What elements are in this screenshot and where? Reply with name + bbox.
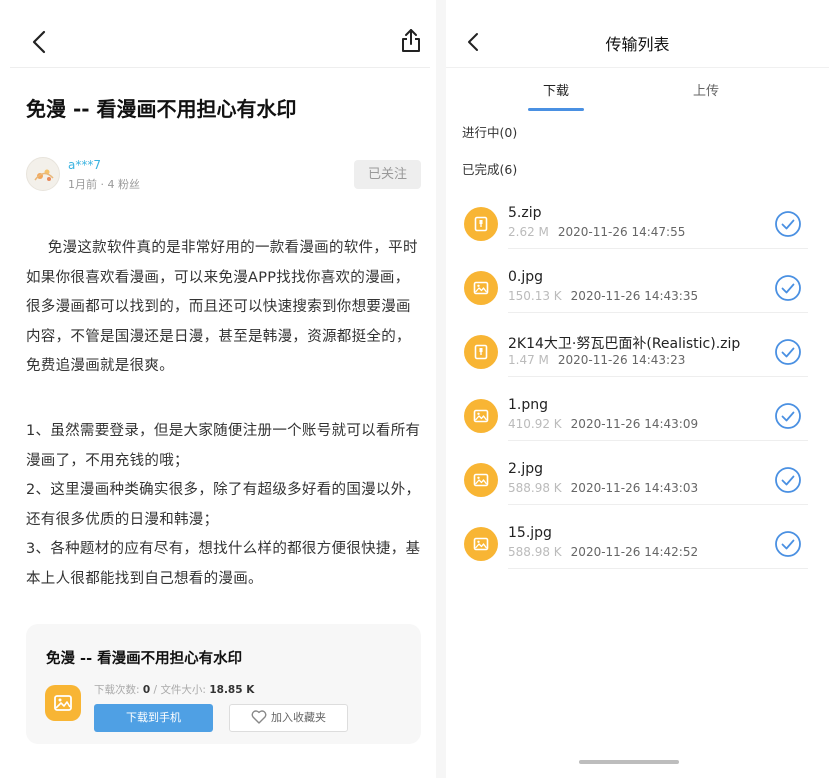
article-title: 免漫 -- 看漫画不用担心有水印 xyxy=(26,97,297,121)
page-title: 传输列表 xyxy=(605,35,670,54)
image-file-icon xyxy=(464,399,498,433)
add-favorite-label: 加入收藏夹 xyxy=(271,711,326,724)
file-meta: 588.98 K 2020-11-26 14:42:52 xyxy=(508,545,698,559)
file-row[interactable]: 2.jpg 588.98 K 2020-11-26 14:43:03 xyxy=(446,459,829,523)
downloads-label: 下载次数: xyxy=(94,684,140,696)
app-file-icon xyxy=(45,685,81,721)
file-meta: 410.92 K 2020-11-26 14:43:09 xyxy=(508,417,698,431)
file-datetime: 2020-11-26 14:43:03 xyxy=(570,481,699,495)
tab-download[interactable]: 下载 xyxy=(526,80,586,99)
check-circle-icon[interactable] xyxy=(774,530,802,558)
article-list-item: 3、各种题材的应有尽有，想找什么样的都很方便很快捷，基本上人很都能找到自己想看的… xyxy=(26,541,421,587)
file-row[interactable]: 2K14大卫·努瓦巴面补(Realistic).zip 1.47 M 2020-11… xyxy=(446,331,829,395)
file-name: 2.jpg xyxy=(508,461,544,477)
article-list-item: 1、虽然需要登录，但是大家随便注册一个账号就可以看所有漫画了，不用充钱的哦； xyxy=(26,423,421,469)
add-favorite-button[interactable]: 加入收藏夹 xyxy=(229,704,348,732)
article-list: 1、虽然需要登录，但是大家随便注册一个账号就可以看所有漫画了，不用充钱的哦； 2… xyxy=(26,417,421,594)
file-size: 588.98 K xyxy=(508,545,562,559)
file-size: 1.47 M xyxy=(508,353,549,367)
check-circle-icon[interactable] xyxy=(774,402,802,430)
download-to-phone-button[interactable]: 下载到手机 xyxy=(94,704,213,732)
file-name: 1.png xyxy=(508,397,549,413)
file-meta: 588.98 K 2020-11-26 14:43:03 xyxy=(508,481,698,495)
size-value: 18.85 K xyxy=(209,684,255,696)
file-size: 2.62 M xyxy=(508,225,549,239)
file-row[interactable]: 5.zip 2.62 M 2020-11-26 14:47:55 xyxy=(446,203,829,267)
in-progress-header[interactable]: 进行中(0) xyxy=(462,122,517,141)
file-name: 5.zip xyxy=(508,205,542,221)
file-name: 2K14大卫·努瓦巴面补(Realistic).zip xyxy=(508,336,741,352)
zip-file-icon xyxy=(464,335,498,369)
file-meta: 1.47 M 2020-11-26 14:43:23 xyxy=(508,353,685,367)
tab-upload[interactable]: 上传 xyxy=(676,80,736,99)
follow-button[interactable]: 已关注 xyxy=(354,160,421,189)
header-divider xyxy=(10,67,430,68)
downloads-value: 0 xyxy=(142,684,151,696)
zip-file-icon xyxy=(464,207,498,241)
back-icon[interactable] xyxy=(28,28,52,56)
heart-icon xyxy=(251,710,267,724)
avatar[interactable] xyxy=(26,157,60,191)
download-card: 免漫 -- 看漫画不用担心有水印 下载次数: 0 / 文件大小: 18.85 K… xyxy=(26,624,421,744)
file-datetime: 2020-11-26 14:42:52 xyxy=(570,545,699,559)
file-row[interactable]: 1.png 410.92 K 2020-11-26 14:43:09 xyxy=(446,395,829,459)
image-file-icon xyxy=(464,463,498,497)
check-circle-icon[interactable] xyxy=(774,274,802,302)
article-panel: 免漫 -- 看漫画不用担心有水印 a***7 1月前 · 4 粉丝 已关注 免漫… xyxy=(0,0,436,778)
file-size: 150.13 K xyxy=(508,289,562,303)
check-circle-icon[interactable] xyxy=(774,210,802,238)
card-title: 免漫 -- 看漫画不用担心有水印 xyxy=(46,651,243,667)
share-icon[interactable] xyxy=(399,28,423,54)
file-datetime: 2020-11-26 14:43:09 xyxy=(570,417,699,431)
row-divider xyxy=(508,440,808,441)
header-divider xyxy=(446,67,829,68)
check-circle-icon[interactable] xyxy=(774,466,802,494)
row-divider xyxy=(508,248,808,249)
file-name: 0.jpg xyxy=(508,269,544,285)
file-size: 588.98 K xyxy=(508,481,562,495)
file-datetime: 2020-11-26 14:43:35 xyxy=(570,289,699,303)
article-paragraph: 免漫这款软件真的是非常好用的一款看漫画的软件，平时如果你很喜欢看漫画，可以来免漫… xyxy=(26,240,418,374)
active-tab-indicator xyxy=(528,108,584,111)
file-name: 15.jpg xyxy=(508,525,552,541)
row-divider xyxy=(508,568,808,569)
file-row[interactable]: 15.jpg 588.98 K 2020-11-26 14:42:52 xyxy=(446,523,829,587)
check-circle-icon[interactable] xyxy=(774,338,802,366)
row-divider xyxy=(508,312,808,313)
image-file-icon xyxy=(464,271,498,305)
size-label: 文件大小: xyxy=(160,684,206,696)
file-meta: 150.13 K 2020-11-26 14:43:35 xyxy=(508,289,698,303)
transfer-list-panel: 传输列表 下载 上传 进行中(0) 已完成(6) 5.zip 2.62 M 2020… xyxy=(446,0,829,778)
row-divider xyxy=(508,376,808,377)
panel-gutter xyxy=(436,0,446,778)
file-datetime: 2020-11-26 14:43:23 xyxy=(557,353,686,367)
file-row[interactable]: 0.jpg 150.13 K 2020-11-26 14:43:35 xyxy=(446,267,829,331)
image-file-icon xyxy=(464,527,498,561)
article-list-item: 2、这里漫画种类确实很多，除了有超级多好看的国漫以外，还有很多优质的日漫和韩漫； xyxy=(26,482,421,528)
author-name[interactable]: a***7 xyxy=(68,158,101,172)
row-divider xyxy=(508,504,808,505)
home-indicator xyxy=(579,760,679,764)
file-datetime: 2020-11-26 14:47:55 xyxy=(557,225,686,239)
file-size: 410.92 K xyxy=(508,417,562,431)
author-meta: 1月前 · 4 粉丝 xyxy=(68,178,140,191)
card-meta: 下载次数: 0 / 文件大小: 18.85 K xyxy=(94,682,254,697)
file-meta: 2.62 M 2020-11-26 14:47:55 xyxy=(508,225,685,239)
meta-separator: / xyxy=(153,684,158,696)
completed-header[interactable]: 已完成(6) xyxy=(462,159,517,178)
